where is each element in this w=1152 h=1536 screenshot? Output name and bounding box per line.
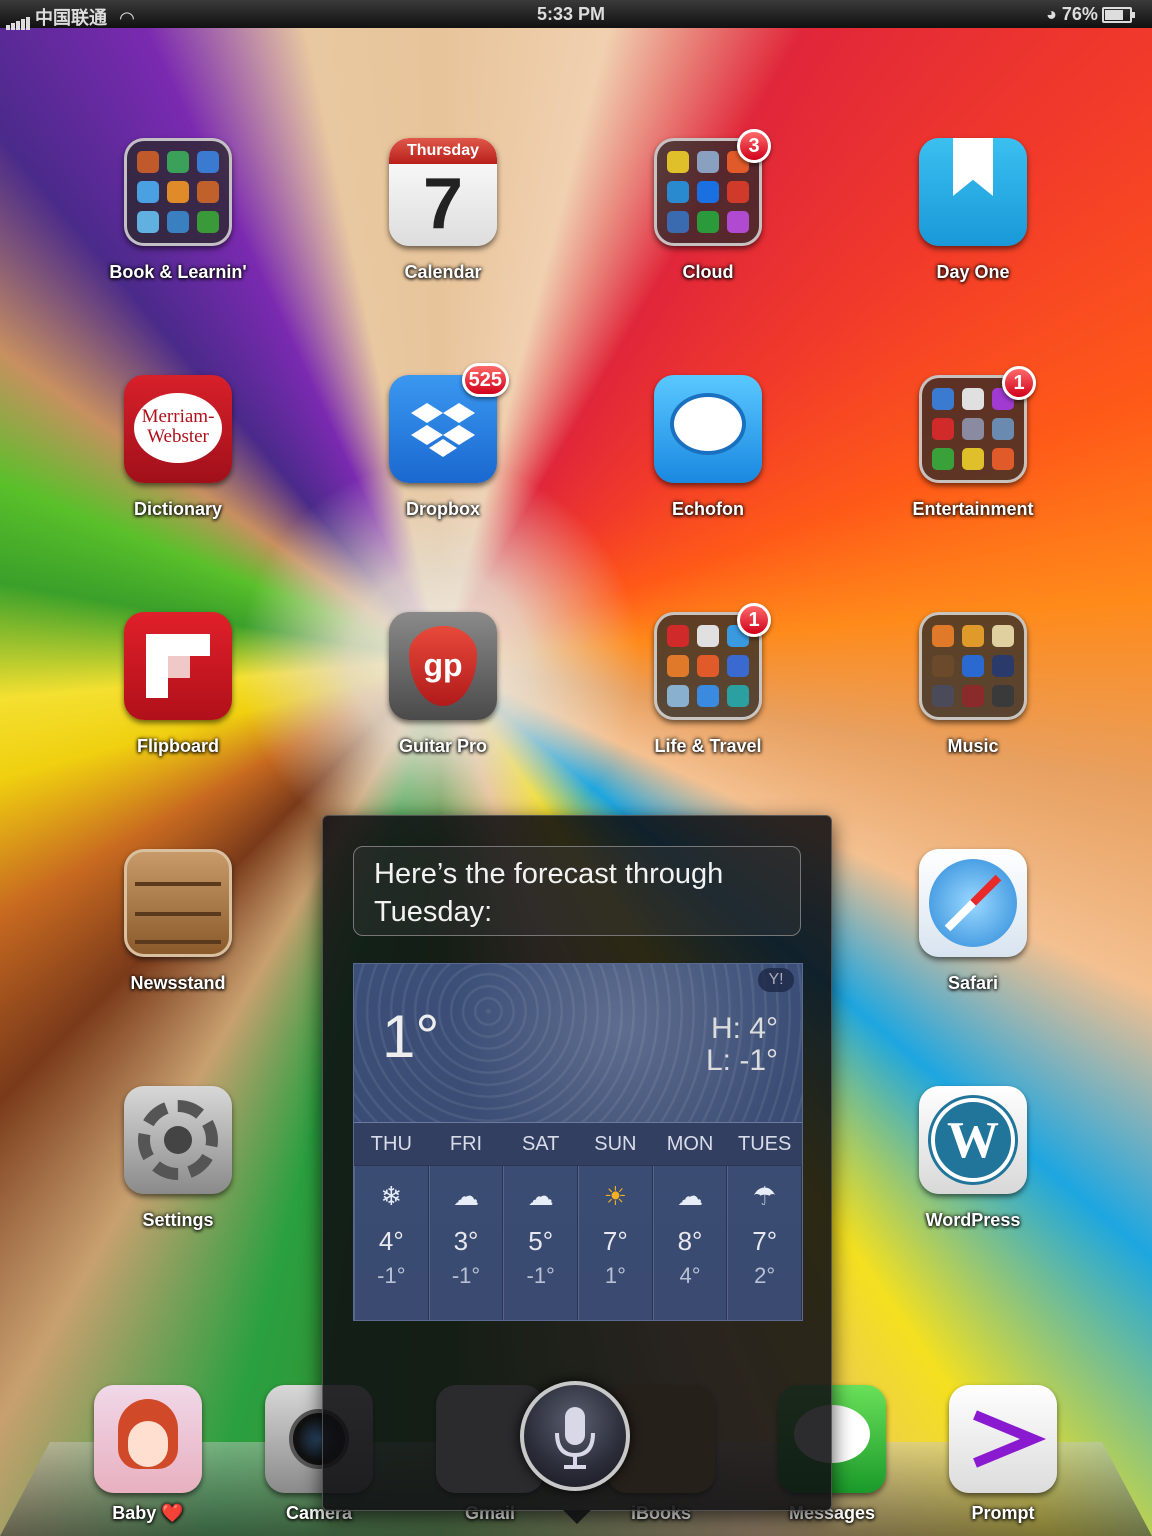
- forecast-day: SAT: [521, 1133, 560, 1155]
- app-life-travel[interactable]: 1 Life & Travel: [633, 603, 783, 757]
- bookmark-icon: [919, 138, 1027, 246]
- app-dropbox[interactable]: 525 Dropbox: [368, 363, 518, 520]
- logo-text: Webster: [147, 426, 209, 447]
- app-echofon[interactable]: Echofon: [633, 375, 783, 520]
- folder-icon: [124, 138, 232, 246]
- calendar-day-name: Thursday: [389, 138, 497, 164]
- forecast-day: SUN: [594, 1133, 637, 1155]
- wifi-icon: ◠: [120, 8, 134, 28]
- app-calendar[interactable]: Thursday 7 Calendar: [368, 138, 518, 283]
- forecast-high: 5°: [528, 1226, 554, 1256]
- cloud-icon: ☁: [677, 1181, 704, 1211]
- app-newsstand[interactable]: Newsstand: [103, 849, 253, 994]
- yahoo-icon: Y!: [758, 968, 794, 992]
- forecast-low: -1°: [526, 1263, 555, 1288]
- forecast-high: 7°: [752, 1226, 778, 1256]
- prompt-icon: [949, 1385, 1057, 1493]
- app-flipboard[interactable]: Flipboard: [103, 612, 253, 757]
- forecast-column: ❄ 4° -1°: [354, 1166, 429, 1320]
- forecast-low: -1°: [451, 1263, 481, 1288]
- forecast-column: ☁ 8° 4°: [652, 1166, 728, 1320]
- calendar-icon: Thursday 7: [389, 138, 497, 246]
- app-settings[interactable]: Settings: [103, 1086, 253, 1231]
- logo-text: gp: [409, 626, 477, 706]
- forecast-high: 8°: [677, 1226, 703, 1256]
- folder-icon: 3: [654, 129, 771, 246]
- battery-percent: 76%: [1061, 4, 1098, 24]
- forecast-column: ☀ 7° 1°: [578, 1166, 653, 1320]
- guitar-pick-icon: gp: [389, 612, 497, 720]
- folder-icon: 1: [919, 366, 1036, 483]
- forecast-low: 2°: [754, 1263, 776, 1288]
- notification-badge: 3: [737, 129, 771, 163]
- siri-panel: Here’s the forecast through Tuesday: 1° …: [322, 815, 832, 1524]
- dock-app-baby[interactable]: Baby ❤️: [73, 1385, 223, 1524]
- dropbox-icon: 525: [389, 363, 509, 483]
- folder-icon: 1: [654, 603, 771, 720]
- sun-icon: ☀: [603, 1181, 627, 1211]
- speech-bubble-icon: [654, 375, 762, 483]
- app-guitar-pro[interactable]: gp Guitar Pro: [368, 612, 518, 757]
- microphone-icon: [555, 1407, 595, 1469]
- forecast-column: ☁ 5° -1°: [503, 1166, 579, 1320]
- low-temperature: L: -1°: [705, 1044, 778, 1077]
- merriam-webster-icon: Merriam- Webster: [124, 375, 232, 483]
- notification-badge: 525: [461, 363, 509, 397]
- snow-icon: ❄: [380, 1181, 403, 1211]
- gear-icon: [124, 1086, 232, 1194]
- forecast-day: FRI: [449, 1133, 483, 1155]
- high-temperature: H: 4°: [710, 1012, 778, 1045]
- forecast-day: THU: [370, 1133, 412, 1155]
- forecast-low: 4°: [679, 1263, 701, 1288]
- cloud-icon: ☁: [453, 1181, 479, 1211]
- forecast-high: 4°: [378, 1226, 404, 1256]
- signal-icon: [6, 9, 31, 30]
- app-wordpress[interactable]: W WordPress: [898, 1086, 1048, 1231]
- app-cloud[interactable]: 3 Cloud: [633, 129, 783, 283]
- folder-icon: [919, 612, 1027, 720]
- notification-badge: 1: [737, 603, 771, 637]
- forecast-column: ☂ 7° 2°: [727, 1166, 803, 1320]
- app-book-learnin[interactable]: Book & Learnin': [103, 138, 253, 283]
- forecast-low: 1°: [604, 1263, 626, 1288]
- forecast-days-header: THU FRI SAT SUN MON TUES: [354, 1122, 802, 1166]
- forecast-high: 7°: [602, 1226, 628, 1256]
- app-safari[interactable]: Safari: [898, 849, 1048, 994]
- calendar-day-number: 7: [422, 164, 464, 244]
- avatar-icon: [94, 1385, 202, 1493]
- app-entertainment[interactable]: 1 Entertainment: [898, 366, 1048, 520]
- shelf-icon: [124, 849, 232, 957]
- forecast-columns: ❄ 4° -1° ☁ 3° -1° ☁ 5° -1° ☀ 7° 1° ☁ 8°: [354, 1166, 803, 1320]
- wordpress-icon: W: [919, 1086, 1027, 1194]
- app-day-one[interactable]: Day One: [898, 138, 1048, 283]
- app-music[interactable]: Music: [898, 612, 1048, 757]
- battery-icon: [1101, 7, 1135, 24]
- current-temperature: 1°: [382, 1003, 440, 1070]
- siri-microphone-button[interactable]: [520, 1381, 630, 1491]
- dock-app-prompt[interactable]: Prompt: [928, 1385, 1078, 1524]
- forecast-column: ☁ 3° -1°: [428, 1166, 504, 1320]
- carrier-name: 中国联通: [35, 8, 107, 28]
- app-dictionary[interactable]: Merriam- Webster Dictionary: [103, 375, 253, 520]
- status-bar: 中国联通 ◠ 5:33 PM ◕ 76%: [0, 0, 1152, 30]
- flipboard-icon: [124, 612, 232, 720]
- notification-badge: 1: [1002, 366, 1036, 400]
- forecast-low: -1°: [377, 1263, 406, 1288]
- weather-card[interactable]: 1° H: 4° L: -1° Y! THU FRI SAT SUN MON T…: [353, 963, 803, 1321]
- forecast-day: MON: [666, 1133, 714, 1155]
- rain-icon: ☂: [753, 1181, 777, 1211]
- forecast-day: TUES: [738, 1133, 792, 1155]
- forecast-high: 3°: [453, 1226, 479, 1256]
- battery-status: ◕ 76%: [1046, 4, 1135, 25]
- siri-response-bubble: Here’s the forecast through Tuesday:: [353, 846, 801, 936]
- carrier: 中国联通 ◠: [6, 4, 134, 30]
- logo-text: Merriam-: [141, 406, 215, 427]
- lock-rotation-icon: ◕: [1046, 4, 1057, 24]
- current-conditions: 1° H: 4° L: -1° Y!: [354, 964, 802, 1122]
- cloud-icon: ☁: [527, 1181, 554, 1211]
- compass-icon: [919, 849, 1027, 957]
- clock: 5:33 PM: [537, 4, 606, 24]
